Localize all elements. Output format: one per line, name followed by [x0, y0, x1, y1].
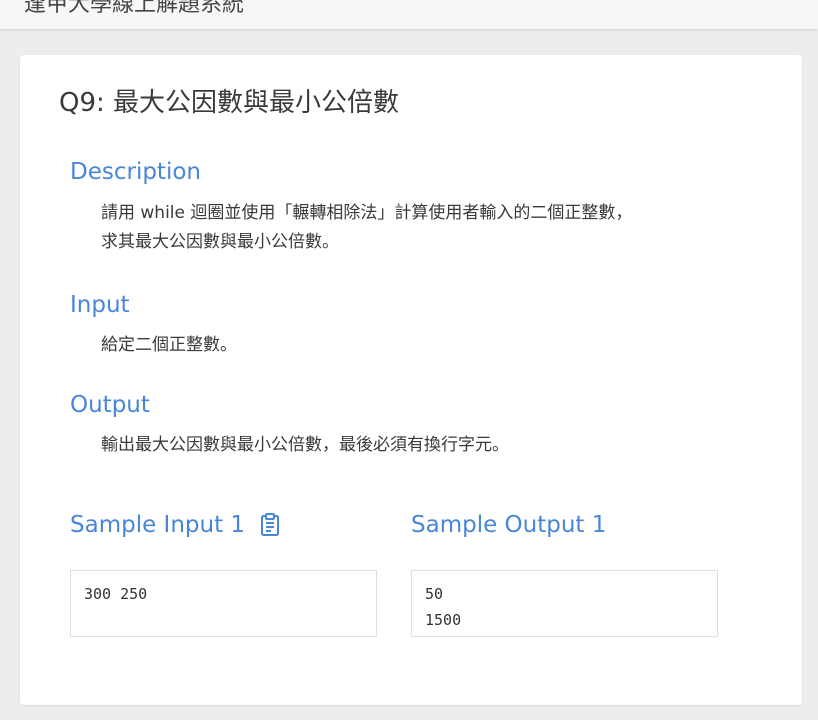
sample-output-line: 1500	[425, 611, 462, 629]
input-description-line: 給定二個正整數。	[101, 335, 237, 355]
description-line: 求其最大公因數與最小公倍數。	[101, 232, 339, 252]
description-body: 請用 while 迴圈並使用「輾轉相除法」計算使用者輸入的二個正整數， 求其最大…	[101, 199, 632, 257]
sample-output-heading: Sample Output 1	[411, 512, 606, 538]
description-heading: Description	[70, 159, 201, 185]
site-title[interactable]: 逢甲大學線上解題系統	[24, 0, 244, 18]
sample-input-line: 300 250	[84, 585, 148, 603]
output-body: 輸出最大公因數與最小公倍數，最後必須有換行字元。	[101, 431, 509, 460]
output-heading: Output	[70, 392, 150, 418]
clipboard-icon[interactable]	[259, 513, 281, 537]
sample-output-box[interactable]: 50 1500	[411, 570, 718, 637]
description-line: 請用 while 迴圈並使用「輾轉相除法」計算使用者輸入的二個正整數，	[101, 203, 633, 223]
sample-output-label: Sample Output 1	[411, 512, 607, 538]
sample-input-label: Sample Input 1	[70, 512, 246, 538]
sample-output-line: 50	[425, 585, 444, 603]
sample-input-heading: Sample Input 1	[70, 512, 281, 538]
input-heading: Input	[70, 292, 130, 318]
input-body: 給定二個正整數。	[101, 331, 237, 360]
problem-title: Q9: 最大公因數與最小公倍數	[59, 88, 400, 118]
output-description-line: 輸出最大公因數與最小公倍數，最後必須有換行字元。	[101, 435, 509, 455]
top-navbar: 逢甲大學線上解題系統	[0, 0, 818, 29]
problem-card: Q9: 最大公因數與最小公倍數 Description 請用 while 迴圈並…	[20, 55, 802, 705]
sample-input-box[interactable]: 300 250	[70, 570, 377, 637]
